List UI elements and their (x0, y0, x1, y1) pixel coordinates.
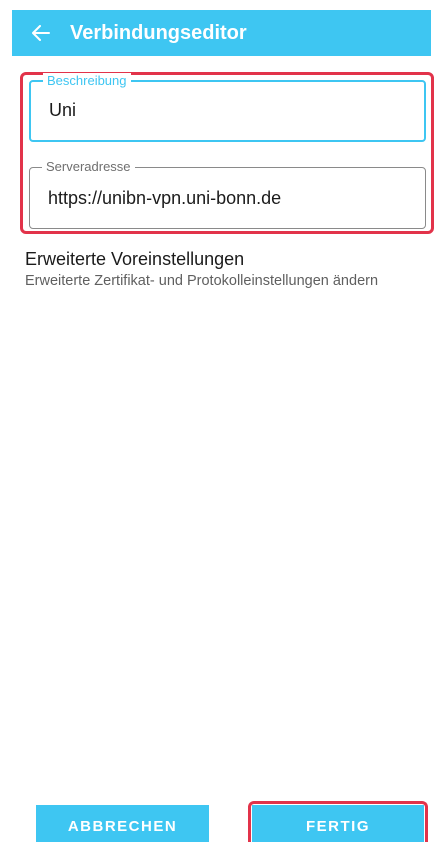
description-input[interactable] (49, 100, 409, 121)
cancel-button[interactable]: ABBRECHEN (36, 805, 209, 842)
page-title: Verbindungseditor (70, 21, 247, 44)
description-field-label: Beschreibung (43, 73, 131, 89)
server-field-label: Serveradresse (42, 159, 135, 175)
done-button[interactable]: FERTIG (252, 805, 424, 842)
arrow-left-icon (32, 25, 50, 41)
back-button[interactable] (12, 10, 70, 56)
server-field[interactable]: Serveradresse (29, 159, 426, 229)
description-field[interactable]: Beschreibung (29, 73, 426, 142)
advanced-settings-item[interactable]: Erweiterte Voreinstellungen Erweiterte Z… (25, 248, 435, 291)
app-bar: Verbindungseditor (12, 10, 431, 56)
advanced-settings-title: Erweiterte Voreinstellungen (25, 249, 245, 269)
connection-editor-screen: Verbindungseditor Beschreibung Serveradr… (0, 0, 445, 842)
server-input[interactable] (48, 188, 408, 209)
advanced-settings-subtitle: Erweiterte Zertifikat- und Protokolleins… (25, 273, 379, 289)
